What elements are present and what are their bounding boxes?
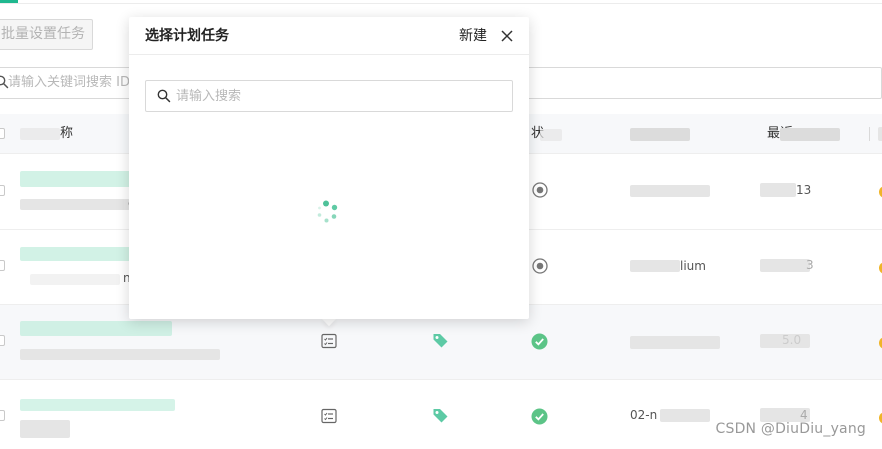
search-icon: [157, 89, 171, 103]
search-placeholder: 请输入关键词搜索 ID: [8, 75, 130, 90]
blurred-header-text: [540, 129, 562, 141]
csdn-watermark: CSDN @DiuDiu_yang: [715, 421, 866, 437]
blurred-task-desc: [20, 349, 220, 360]
blurred-header-text: [780, 128, 840, 141]
stopped-status-icon: [532, 258, 548, 274]
blurred-task-name-link[interactable]: [20, 399, 175, 411]
popover-search-input[interactable]: [176, 81, 506, 111]
blurred-task-name-link[interactable]: [20, 321, 172, 336]
success-status-icon: [531, 333, 548, 350]
blurred-cell: [630, 336, 720, 349]
row-last-text: 4: [800, 408, 808, 422]
row-checkbox[interactable]: [0, 410, 5, 421]
header-name: 称: [60, 126, 74, 141]
select-plan-task-popover: 选择计划任务 新建: [129, 17, 529, 319]
select-all-checkbox[interactable]: [0, 128, 5, 139]
batch-set-task-button[interactable]: 批量设置任务: [0, 19, 93, 50]
blurred-task-desc: [20, 420, 70, 438]
blurred-cell: [760, 259, 810, 272]
blurred-header-text: [630, 128, 690, 141]
row-last-text: 5.0: [782, 333, 802, 347]
popover-title: 选择计划任务: [145, 28, 229, 44]
row-last-text: 13: [796, 183, 812, 197]
popover-search-field[interactable]: [145, 80, 513, 112]
blurred-cell: [660, 409, 710, 422]
tag-icon[interactable]: [432, 407, 449, 424]
warning-icon: [879, 337, 882, 349]
row-checkbox[interactable]: [0, 335, 5, 346]
blurred-cell: [760, 183, 796, 197]
blurred-header-text: [20, 128, 60, 140]
tag-icon[interactable]: [432, 332, 449, 349]
task-list-icon[interactable]: [321, 408, 337, 424]
blurred-header-text: [878, 127, 882, 141]
blurred-task-desc: [30, 274, 120, 285]
blurred-task-name-link[interactable]: [20, 247, 135, 261]
warning-icon: [879, 412, 882, 424]
stopped-status-icon: [532, 182, 548, 198]
close-icon[interactable]: [500, 29, 514, 43]
blurred-task-desc: [20, 199, 130, 210]
header-divider: [869, 127, 870, 141]
warning-icon: [879, 262, 882, 274]
tab-bar-divider: [0, 3, 882, 4]
blurred-task-name-link[interactable]: [20, 171, 140, 187]
popover-header: 选择计划任务 新建: [129, 17, 529, 55]
blurred-cell: [630, 260, 680, 272]
warning-icon: [879, 186, 882, 198]
blurred-cell: [630, 185, 710, 197]
loading-spinner-icon: [317, 200, 338, 223]
new-task-button[interactable]: 新建: [459, 17, 487, 55]
success-status-icon: [531, 408, 548, 425]
table-row[interactable]: 02-n 4: [0, 380, 882, 449]
row-col4-text: 02-n: [630, 408, 658, 422]
row-checkbox[interactable]: [0, 260, 5, 271]
row-last-text: 3: [806, 258, 814, 272]
row-checkbox[interactable]: [0, 185, 5, 196]
task-list-icon[interactable]: [321, 333, 337, 349]
row-col4-text: lium: [680, 259, 706, 273]
